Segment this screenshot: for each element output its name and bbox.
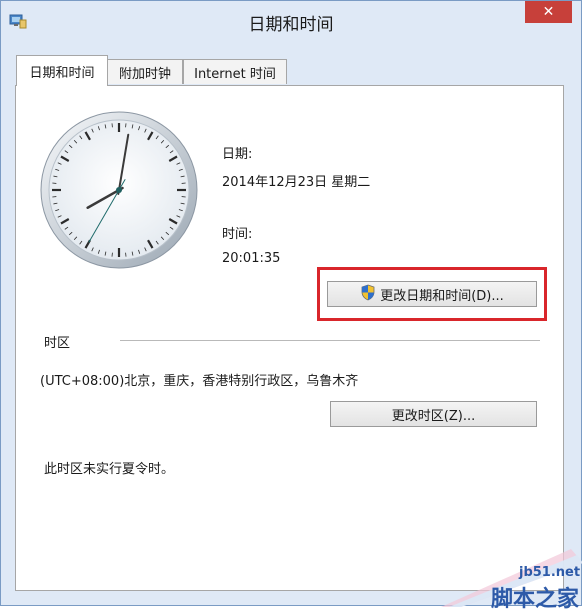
window-title: 日期和时间 [1, 10, 581, 35]
date-value: 2014年12月23日 星期二 [222, 171, 370, 190]
tab-internet-time[interactable]: Internet 时间 [183, 59, 287, 84]
timezone-section-label: 时区 [44, 332, 70, 351]
dst-note: 此时区未实行夏令时。 [44, 458, 174, 477]
tab-label: Internet 时间 [194, 63, 276, 82]
date-label: 日期: [222, 143, 252, 162]
date-time-dialog: 日期和时间 ✕ 日期和时间 附加时钟 Internet 时间 [0, 0, 582, 606]
title-bar[interactable]: 日期和时间 ✕ [1, 1, 581, 43]
tab-panel-date-time: 日期: 2014年12月23日 星期二 时间: 20:01:35 更改日期和时间… [15, 85, 564, 591]
change-timezone-label: 更改时区(Z)... [392, 405, 475, 424]
tab-label: 附加时钟 [119, 63, 171, 82]
close-button[interactable]: ✕ [525, 1, 572, 23]
timezone-value: (UTC+08:00)北京，重庆，香港特别行政区，乌鲁木齐 [40, 370, 358, 389]
tab-date-time[interactable]: 日期和时间 [16, 55, 108, 86]
time-value: 20:01:35 [222, 251, 280, 266]
clock-center [116, 187, 122, 193]
close-icon: ✕ [543, 4, 555, 20]
watermark: jb51.net 脚本之家 [431, 541, 582, 607]
watermark-url: jb51.net [519, 565, 580, 580]
change-timezone-button[interactable]: 更改时区(Z)... [330, 401, 537, 427]
analog-clock [39, 110, 199, 270]
time-label: 时间: [222, 223, 252, 242]
highlight-box [317, 267, 547, 321]
watermark-name: 脚本之家 [491, 581, 579, 613]
timezone-divider [120, 340, 540, 341]
tab-label: 日期和时间 [29, 62, 94, 81]
tab-additional-clocks[interactable]: 附加时钟 [107, 59, 183, 84]
